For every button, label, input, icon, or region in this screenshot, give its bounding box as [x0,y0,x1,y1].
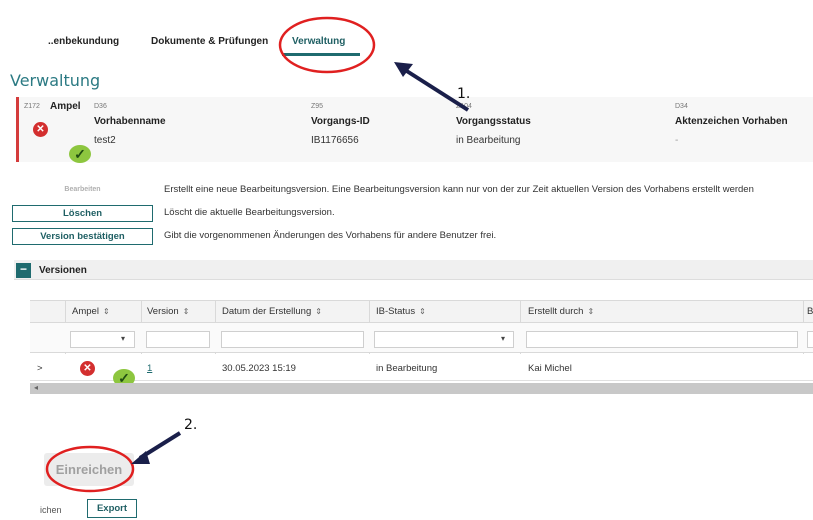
annotation-circle-tab [278,16,376,74]
annotation-label-2: 2. [184,417,198,433]
annotation-label-1: 1. [457,86,471,102]
annotation-overlay [45,16,470,493]
annotation-circle-submit [45,445,135,493]
